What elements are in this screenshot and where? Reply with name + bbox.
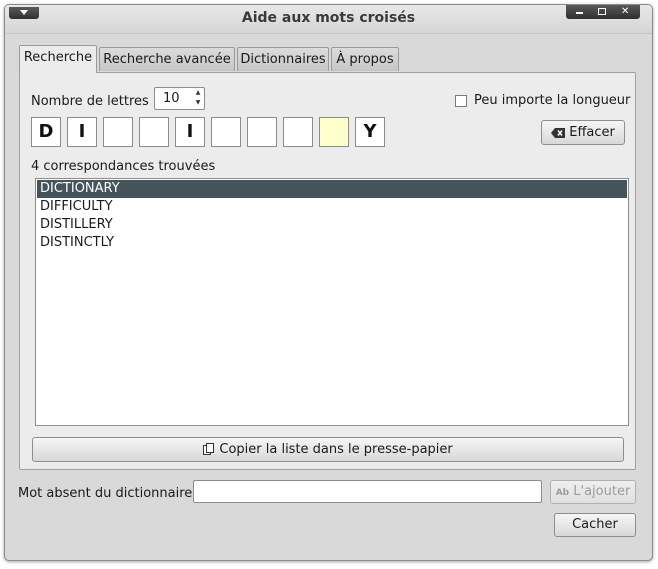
search-panel: Nombre de lettres : 10 ▲ ▼ Peu importe la… <box>19 72 636 470</box>
maximize-icon[interactable] <box>598 8 606 15</box>
letter-cell[interactable] <box>247 117 277 147</box>
copy-list-label: Copier la liste dans le presse-papier <box>219 442 453 457</box>
tab-dictionnaires[interactable]: Dictionnaires <box>237 47 329 71</box>
spellcheck-icon: Ab <box>555 488 570 498</box>
title-bar: Aide aux mots croisés ✕ <box>5 5 652 34</box>
letter-cell[interactable]: I <box>67 117 97 147</box>
ignore-length-label: Peu importe la longueur <box>474 93 631 108</box>
clear-button[interactable]: Effacer <box>541 120 625 145</box>
app-window: Aide aux mots croisés ✕ Recherche Recher… <box>4 4 653 561</box>
result-item[interactable]: DISTILLERY <box>37 216 627 234</box>
results-list[interactable]: DICTIONARY DIFFICULTY DISTILLERY DISTINCTLY <box>35 178 629 426</box>
letter-cell[interactable] <box>283 117 313 147</box>
copy-list-button[interactable]: Copier la liste dans le presse-papier <box>32 437 624 462</box>
letter-count-label: Nombre de lettres : <box>31 94 158 109</box>
missing-word-label: Mot absent du dictionnaire : <box>18 486 201 501</box>
result-item[interactable]: DICTIONARY <box>37 180 627 198</box>
spinner-arrows-icon[interactable]: ▲ ▼ <box>194 88 202 109</box>
tab-a-propos[interactable]: À propos <box>331 47 399 71</box>
letter-cell[interactable]: I <box>175 117 205 147</box>
window-controls: ✕ <box>566 5 640 19</box>
close-icon[interactable]: ✕ <box>621 5 629 18</box>
letter-count-spinner[interactable]: 10 ▲ ▼ <box>154 87 205 110</box>
hide-button[interactable]: Cacher <box>554 513 636 537</box>
tab-recherche-avancee[interactable]: Recherche avancée <box>99 47 235 71</box>
matches-count: 4 correspondances trouvées <box>31 159 216 174</box>
backspace-icon <box>551 127 566 138</box>
result-item[interactable]: DIFFICULTY <box>37 198 627 216</box>
letter-cell[interactable] <box>211 117 241 147</box>
letter-cell[interactable]: Y <box>355 117 385 147</box>
letter-cell[interactable] <box>319 117 349 147</box>
minimize-icon[interactable] <box>576 12 583 14</box>
window-title: Aide aux mots croisés <box>241 10 416 26</box>
result-item[interactable]: DISTINCTLY <box>37 234 627 252</box>
add-word-button[interactable]: Ab L'ajouter <box>550 480 636 504</box>
letter-cell[interactable]: D <box>31 117 61 147</box>
tab-recherche[interactable]: Recherche <box>19 45 97 73</box>
clear-button-label: Effacer <box>569 125 615 140</box>
missing-word-input[interactable] <box>193 480 542 503</box>
letter-cell[interactable] <box>139 117 169 147</box>
copy-icon <box>203 443 215 455</box>
letter-count-value: 10 <box>163 91 180 106</box>
ignore-length-checkbox[interactable] <box>455 95 467 107</box>
add-word-label: L'ajouter <box>573 484 631 499</box>
letter-cell[interactable] <box>103 117 133 147</box>
